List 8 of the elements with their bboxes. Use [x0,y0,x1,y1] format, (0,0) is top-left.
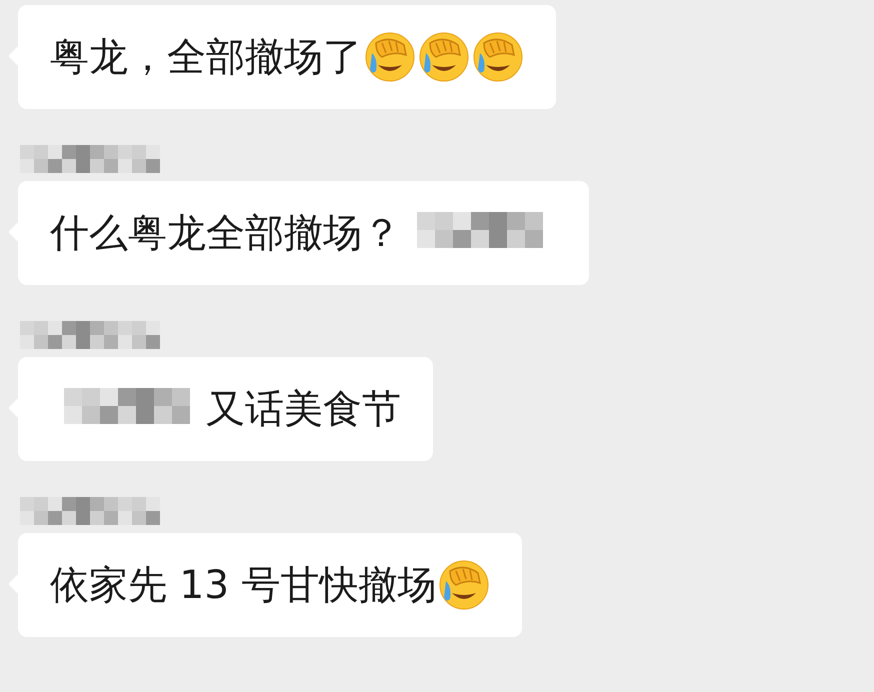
message-text: 粤龙，全部撤场了 [50,34,362,82]
crying-face-icon [472,31,524,83]
message-text: 依家先 13 号甘快撤场 [50,562,436,610]
crying-face-icon [438,559,490,611]
message-text: 什么粤龙全部撤场？ [50,210,401,258]
message-text: 又话美食节 [206,386,401,434]
crying-face-icon [418,31,470,83]
crying-face-icon [364,31,416,83]
